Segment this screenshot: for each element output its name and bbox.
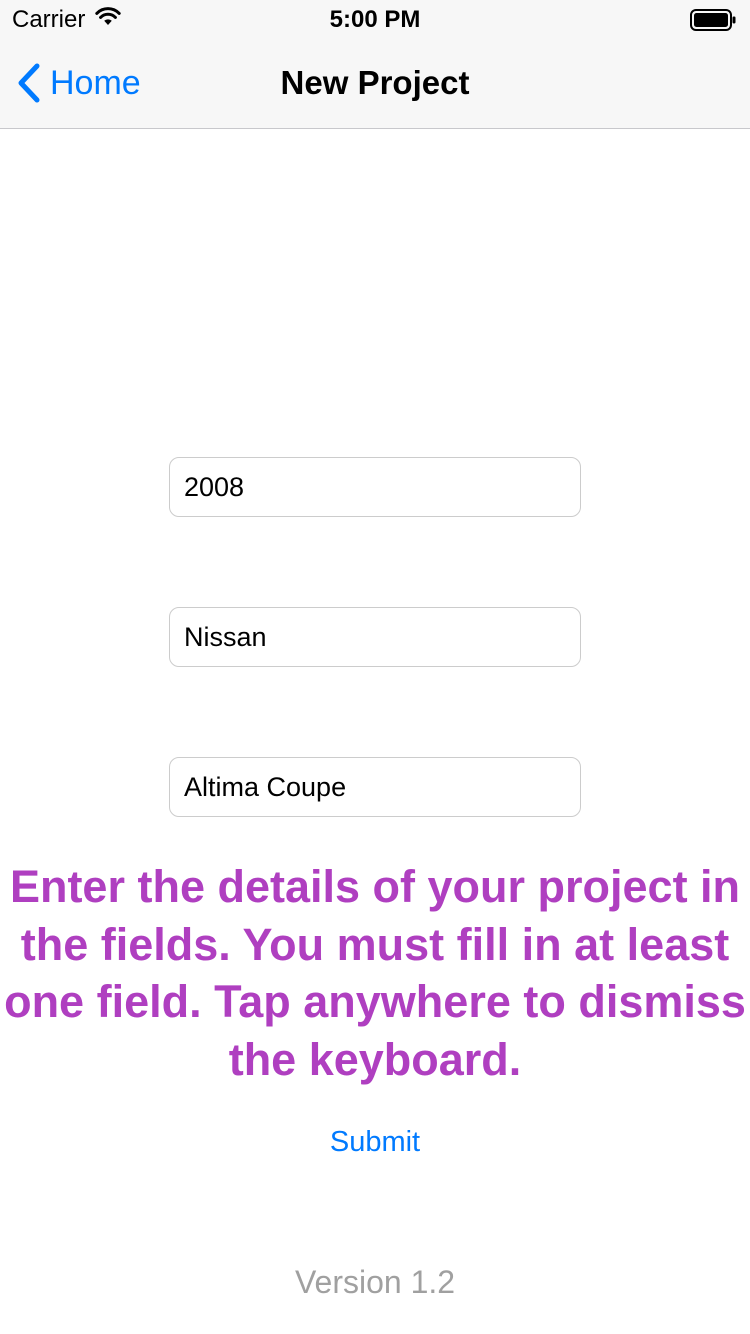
status-time: 5:00 PM bbox=[329, 6, 421, 33]
model-field[interactable] bbox=[169, 757, 581, 817]
year-field[interactable] bbox=[169, 457, 581, 517]
top-bar: Carrier 5:00 PM Home New Project bbox=[0, 0, 750, 129]
instructions-text: Enter the details of your project in the… bbox=[4, 861, 746, 1085]
status-bar: Carrier 5:00 PM bbox=[0, 0, 750, 40]
version-label: Version 1.2 bbox=[294, 1264, 456, 1300]
submit-button[interactable]: Submit bbox=[0, 1126, 750, 1159]
battery-icon bbox=[690, 9, 736, 31]
make-field[interactable] bbox=[169, 607, 581, 667]
navigation-bar: Home New Project bbox=[0, 40, 750, 128]
page-title: New Project bbox=[280, 64, 470, 101]
